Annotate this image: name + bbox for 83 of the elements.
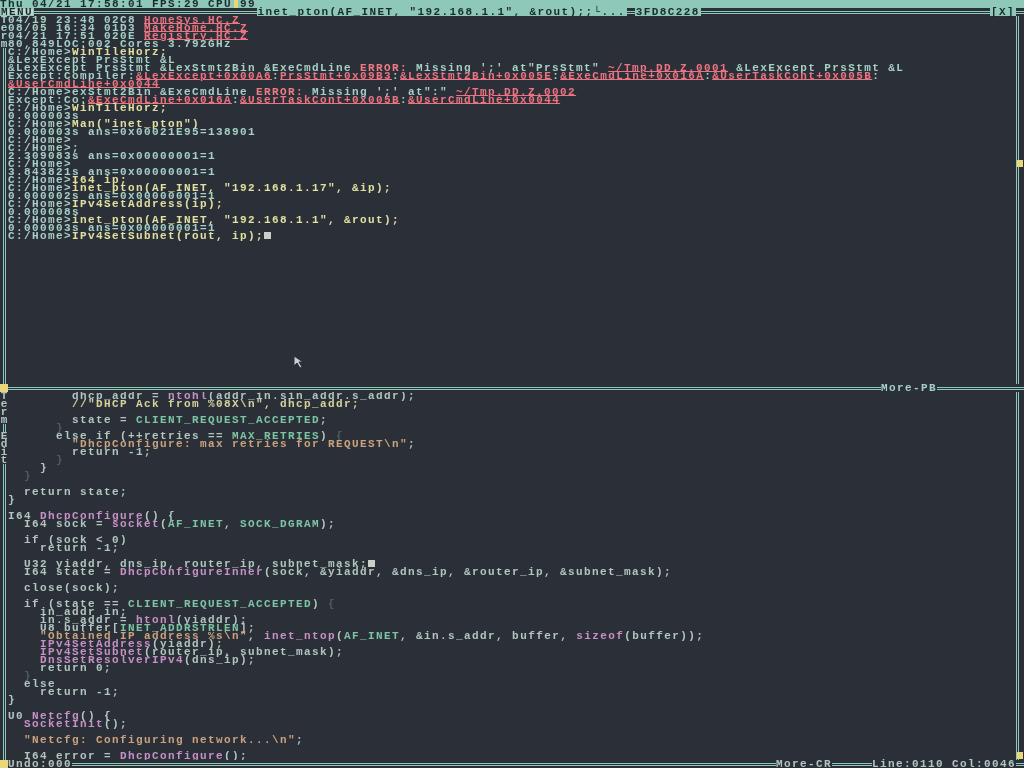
code-line: close(sock); xyxy=(23,584,121,592)
code-line: IPv4SetAddress(yiaddr); xyxy=(39,640,225,648)
code-line: state = CLIENT_REQUEST_ACCEPTED; xyxy=(71,416,330,424)
terminal-line: C:/Home> xyxy=(8,136,72,144)
code-line: return -1; xyxy=(40,688,121,696)
terminal-line: C:/Home>IPv4SetAddress(ip); xyxy=(8,200,226,208)
cpu-label: CPU xyxy=(208,0,233,8)
code-line: SocketInit(); xyxy=(23,720,130,728)
undo-status: Undo:000 xyxy=(8,760,72,768)
terminal-line: 04/19 23:48 02C8 HomeSys.HC.Z xyxy=(8,16,241,24)
close-button[interactable]: [X] xyxy=(990,8,1016,16)
code-line: //"DHCP Ack from %08X\n", dhcp_addr; xyxy=(71,400,361,408)
code-line: I64 DhcpConfigure() { xyxy=(8,512,177,520)
code-line: } xyxy=(39,464,49,472)
terminal-line: C:/Home>inet_pton(AF_INET, "192.168.1.1", &rout); xyxy=(8,216,402,224)
terminal-line: 0.000002s ans=0x00000001=1 xyxy=(8,192,217,200)
terminal-line: &LexExcept PrsStmt &L xyxy=(8,56,177,64)
terminal-line: C:/Home>; xyxy=(8,144,81,152)
code-line: } xyxy=(23,472,33,480)
terminal-line: Except:Compiler:&LexExcept+0x00A6:PrsStmt+0x09B3:&LexStmt2Bin+0x005E:&ExeCmdLine+0x016A:&UserTaskCont+0x005B: xyxy=(8,72,882,80)
terminal-line: C:/Home> xyxy=(8,160,72,168)
terminal-line: C:/Home>Man("inet_pton") xyxy=(8,120,201,128)
terminal-line: &LexExcept PrsStmt &LexStmt2Bin &ExeCmdLine ERROR: Missing ';' at"PrsStmt" ~/Tmp.DD.Z.0001 &LexExcept PrsStmt &L xyxy=(8,64,906,72)
terminal-line: C:/Home>WinTileHorz; xyxy=(8,104,169,112)
cpu-meter-icon xyxy=(234,0,239,8)
resize-corner[interactable] xyxy=(0,760,8,768)
terminal-line: 0.000008s xyxy=(8,208,80,216)
code-line: else xyxy=(23,680,56,688)
code-line: if (sock < 0) xyxy=(23,536,130,544)
code-line: if (state == CLIENT_REQUEST_ACCEPTED) { xyxy=(23,600,338,608)
code-line: I64 state = DhcpConfigureInner(sock, &yiaddr, &dns_ip, &router_ip, &subnet_mask); xyxy=(23,568,674,576)
terminal-line: C:/Home>WinTileHorz; xyxy=(8,48,169,56)
side-label: Term xyxy=(0,392,8,424)
terminal-line: C:/Home>inet_pton(AF_INET, "192.168.1.17", &ip); xyxy=(8,184,394,192)
code-line: } xyxy=(23,672,32,680)
terminal-line: Except:Co:&ExeCmdLine+0x016A:&UserTaskCont+0x005B:&UserCmdLine+0x0044 xyxy=(8,96,561,104)
code-line: DnsSetResolverIPv4(dns_ip); xyxy=(39,656,257,664)
code-line: IPv4SetSubnet(router_ip, subnet_mask); xyxy=(39,648,346,656)
menu-button[interactable]: MENU xyxy=(0,8,34,16)
terminal-line: 2.309083s ans=0x00000001=1 xyxy=(8,152,218,160)
scroll-thumb[interactable] xyxy=(1017,160,1023,167)
window-status: More-PB xyxy=(881,384,937,392)
terminal-line: 3.843821s ans=0x00000001=1 xyxy=(8,168,218,176)
code-line: in.s_addr = htonl(yiaddr); xyxy=(39,616,249,624)
resize-corner[interactable] xyxy=(0,384,8,392)
code-line: "DhcpConfigure: max retries for REQUEST\n"; xyxy=(72,440,418,448)
code-line: return -1; xyxy=(39,544,120,552)
code-line: return -1; xyxy=(71,448,153,456)
terminal-line: C:/Home>I64 ip; xyxy=(8,176,129,184)
file-link[interactable]: HomeSys.HC.Z xyxy=(144,16,241,26)
code-line: } xyxy=(55,424,64,432)
side-label: Term xyxy=(0,16,8,48)
code-line: U32 yiaddr, dns_ip, router_ip, subnet_mask; xyxy=(8,560,1016,568)
file-link[interactable]: &LexStmt2Bin+0x005E xyxy=(400,70,553,82)
code-line: U0 Netcfg() { xyxy=(8,712,113,720)
code-line: "Netcfg: Configuring network...\n"; xyxy=(23,736,306,744)
code-line: return state; xyxy=(23,488,130,496)
terminal-line: 0.000003s xyxy=(8,112,80,120)
terminal-line: 08/05 16:34 01D3 MakeHome.HC.Z xyxy=(8,24,250,32)
terminal-line: C:/Home>IPv4SetSubnet(rout, ip); xyxy=(8,232,1016,240)
cpu-value: 99 xyxy=(240,0,257,8)
window-address: 3FD8C228 xyxy=(634,8,701,16)
file-link[interactable]: &UserTaskCont+0x005B xyxy=(712,70,873,82)
code-line: "Obtained IP address %s\n", inet_ntop(AF_INET, &in.s_addr, buffer, sizeof(buffer)); xyxy=(39,632,706,640)
window-status: More-CR xyxy=(775,760,832,768)
code-line: } xyxy=(8,696,17,704)
code-line: return 0; xyxy=(39,664,112,672)
side-label: Edit xyxy=(0,432,8,464)
scroll-thumb[interactable] xyxy=(1017,752,1023,759)
terminal-line: 0.000003s ans=0x00021E95=138901 xyxy=(8,128,258,136)
terminal-line: 0.000003s ans=0x00000001=1 xyxy=(8,224,217,232)
code-line: } xyxy=(55,456,65,464)
terminal-line: 80,849LOC:002 Cores 3.792GHz xyxy=(8,40,233,48)
terminal-line: 04/21 17:51 020E Registry.HC.Z xyxy=(8,32,250,40)
mouse-pointer-icon xyxy=(293,355,305,369)
code-line: } xyxy=(8,496,17,504)
fps-text: FPS:29 xyxy=(152,0,201,8)
file-link[interactable]: ~/Tmp.DD.Z.0002 xyxy=(456,86,577,98)
file-link[interactable]: &UserTaskCont+0x005B xyxy=(240,94,401,106)
cursor-position: Line:0110 Col:0046 xyxy=(871,760,1016,768)
window-title: inet_pton(AF_INET, "192.168.1.1", &rout);;└... xyxy=(256,8,627,16)
code-line: I64 sock = socket(AF_INET, SOCK_DGRAM); xyxy=(24,520,338,528)
code-line: in_addr in; xyxy=(39,608,129,616)
